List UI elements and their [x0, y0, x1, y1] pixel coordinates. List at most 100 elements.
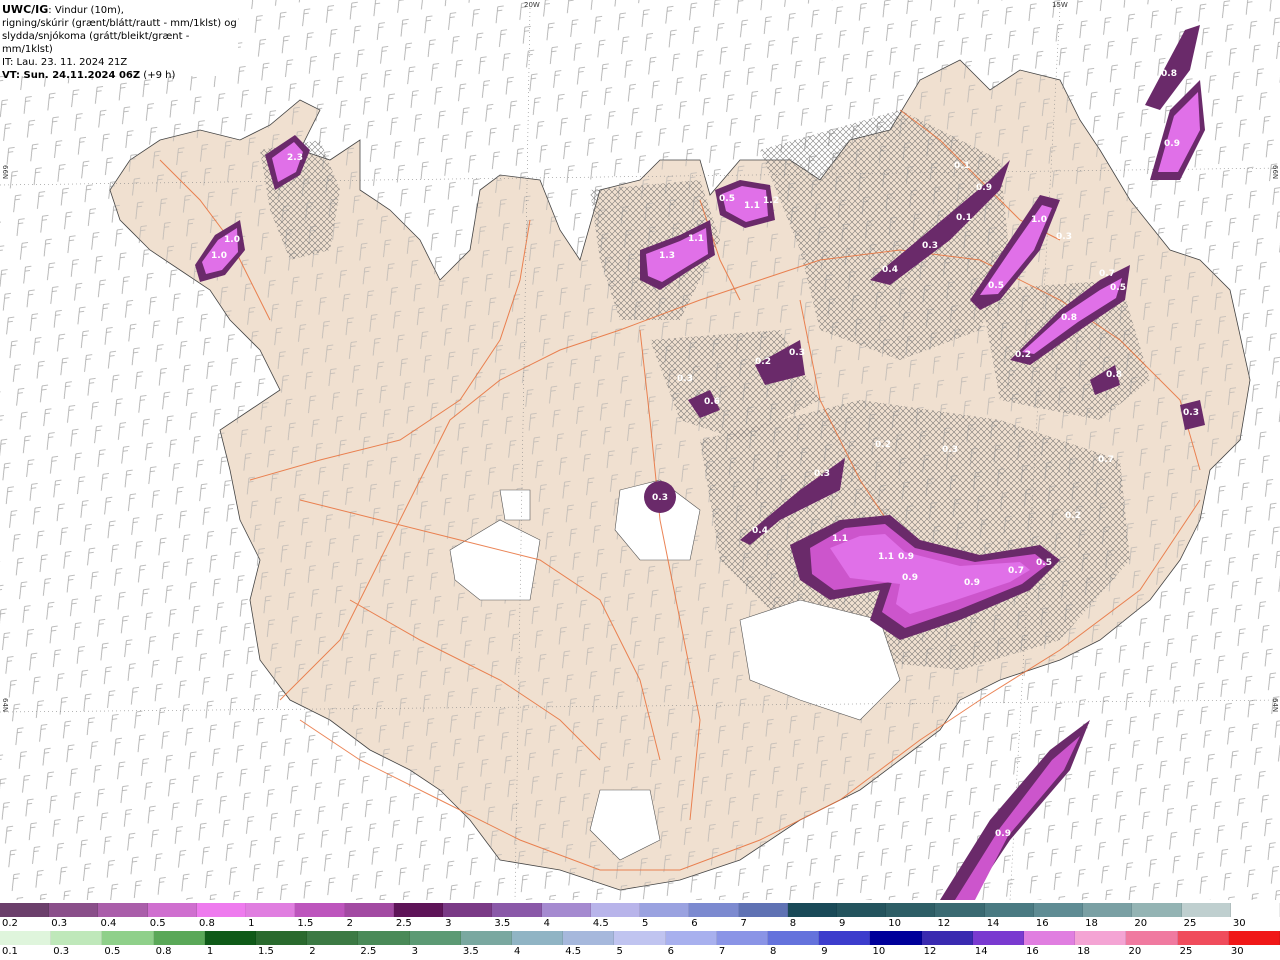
colorbar-segment [102, 931, 154, 945]
colorbar-tick-label: 12 [923, 946, 937, 957]
valid-time: VT: Sun. 24.11.2024 06Z (+9 h) [2, 69, 238, 82]
colorbar-segment [512, 931, 564, 945]
precip-label: 0.3 [814, 469, 830, 479]
colorbar-tick-label: 0.1 [2, 946, 18, 957]
colorbar-tick-label: 0.4 [100, 918, 117, 929]
header-line2: rigning/skúrir (grænt/blátt/rautt - mm/1… [2, 18, 237, 29]
precip-label: 0.1 [954, 161, 970, 171]
model-name: UWC/IG [2, 3, 49, 16]
colorbar-tick-label: 7 [718, 946, 726, 957]
colorbar-segment [1230, 903, 1280, 917]
colorbar-tick-label: 2.5 [360, 946, 377, 957]
precip-label: 0.9 [964, 578, 980, 588]
precip-label: 1.3 [659, 251, 675, 261]
colorbar-segment [972, 931, 1025, 945]
colorbar-tick-label: 6 [667, 946, 675, 957]
precip-label: 0.5 [719, 194, 735, 204]
colorbar-tick-label: 1 [206, 946, 214, 957]
colorbar-segment [49, 903, 99, 917]
colorbar-segment [614, 931, 666, 945]
colorbar-segment [51, 931, 103, 945]
precip-label: 0.9 [1164, 139, 1180, 149]
colorbar-segment [0, 931, 52, 945]
colorbar-segment [886, 903, 936, 917]
colorbar-segment [153, 931, 205, 945]
colorbar-tick-label: 2 [346, 918, 354, 929]
colorbar-tick-label: 18 [1085, 918, 1098, 929]
colorbar-tick-label: 3.5 [462, 946, 479, 957]
colorbar-segment [921, 931, 973, 945]
precip-label: 0.7 [1099, 269, 1115, 279]
lon-label-20w: 20W [524, 1, 540, 9]
precip-label: 0.3 [1183, 408, 1199, 418]
colorbar-segment [492, 903, 542, 917]
colorbar-tick-label: 18 [1077, 946, 1090, 957]
colorbar-segment [819, 931, 871, 945]
colorbar-segment [256, 931, 308, 945]
colorbar-tick-label: 20 [1134, 918, 1148, 929]
colorbar-segment [358, 931, 410, 945]
snow-colorbar [0, 903, 1280, 917]
colorbar-segment [295, 903, 345, 917]
colorbar-segment [246, 903, 296, 917]
precip-label: 0.5 [1036, 558, 1052, 568]
colorbar-tick-label: 25 [1183, 918, 1197, 929]
colorbar-tick-label: 1.5 [297, 918, 314, 929]
colorbar-tick-label: 4.5 [592, 918, 609, 929]
colorbar-tick-label: 0.5 [104, 946, 121, 957]
map-header: UWC/IG: Vindur (10m), rigning/skúrir (gr… [0, 0, 238, 81]
variable-title: : Vindur (10m), [48, 5, 124, 16]
precip-label: 0.3 [677, 374, 693, 384]
colorbar-tick-label: 30 [1230, 946, 1244, 957]
colorbar-tick-label: 6 [691, 918, 698, 929]
colorbar-segment [147, 903, 197, 917]
colorbar-segment [1083, 903, 1133, 917]
colorbar-tick-label: 14 [986, 918, 1000, 929]
colorbar-segment [640, 903, 690, 917]
header-line3: slydda/snjókoma (grátt/bleikt/grænt - mm… [2, 31, 190, 55]
colorbar-segment [98, 903, 148, 917]
colorbar-tick-label: 16 [1026, 946, 1039, 957]
colorbar-segment [409, 931, 461, 945]
initial-time: IT: Lau. 23. 11. 2024 21Z [2, 57, 128, 68]
colorbar-segment [1024, 931, 1076, 945]
colorbar-segment [541, 903, 591, 917]
precip-label: 0.9 [898, 552, 914, 562]
valid-time-main: VT: Sun. 24.11.2024 06Z [2, 70, 141, 81]
colorbar-tick-label: 5 [616, 946, 623, 957]
colorbar-tick-label: 3.5 [494, 918, 511, 929]
colorbar-tick-label: 1 [248, 918, 255, 929]
precip-label: 0.9 [902, 573, 918, 583]
lat-label-64n-right: 64N [1271, 698, 1279, 713]
precip-label: 0.7 [1008, 566, 1024, 576]
colorbar-tick-label: 12 [937, 918, 951, 929]
precip-label: 0.3 [789, 348, 805, 358]
colorbar-segment [836, 903, 887, 917]
colorbar-segment [1033, 903, 1084, 917]
header-line1: UWC/IG: Vindur (10m), [2, 3, 238, 17]
colorbar-tick-label: 14 [974, 946, 988, 957]
lead-time: (+9 h) [140, 70, 176, 81]
precip-label: 0.4 [882, 265, 898, 275]
colorbar-tick-label: 0.3 [51, 918, 68, 929]
colorbar-tick-label: 16 [1035, 918, 1049, 929]
colorbar-tick-label: 30 [1232, 918, 1246, 929]
precip-label: 1.1 [744, 201, 760, 211]
colorbar-tick-label: 0.8 [155, 946, 172, 957]
colorbar-tick-label: 1.5 [258, 946, 274, 957]
colorbar-segment [393, 903, 444, 917]
precip-label: 0.6 [704, 397, 720, 407]
precip-label: 0.2 [1065, 511, 1081, 521]
precip-label: 0.2 [1015, 350, 1031, 360]
precip-label: 2.3 [287, 153, 303, 163]
colorbar-segment [0, 903, 50, 917]
colorbar-tick-label: 20 [1128, 946, 1142, 957]
colorbar-segment [204, 931, 257, 945]
precip-label: 0.8 [1161, 69, 1177, 79]
precip-label: 1.2 [763, 196, 779, 206]
colorbar-tick-label: 0.5 [149, 918, 166, 929]
colorbar-tick-label: 10 [888, 918, 901, 929]
colorbar-segment [1132, 903, 1182, 917]
precip-label: 0.2 [755, 357, 771, 367]
precip-label: 1.1 [832, 534, 848, 544]
